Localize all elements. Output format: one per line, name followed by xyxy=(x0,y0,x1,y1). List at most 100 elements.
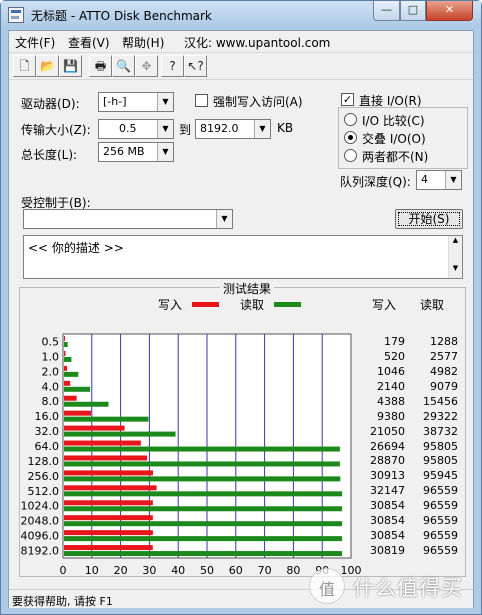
save-icon[interactable]: 💾 xyxy=(59,55,82,77)
queue-depth-select[interactable]: 4 ▼ xyxy=(416,170,462,190)
chevron-down-icon[interactable]: ▼ xyxy=(157,120,173,138)
client-area: 文件(F) 查看(V) 帮助(H) 汉化: www.upantool.com 🗋… xyxy=(8,30,474,608)
write-bar xyxy=(64,470,154,476)
direct-io-checkbox[interactable]: ✓ xyxy=(341,93,354,106)
category-label: 2.0 xyxy=(42,365,60,378)
read-bar xyxy=(64,431,176,437)
io-compare-radio[interactable] xyxy=(344,113,357,126)
write-value: 30854 xyxy=(370,529,405,543)
close-button[interactable]: ✕ xyxy=(426,1,473,21)
title-bar[interactable]: 无标题 - ATTO Disk Benchmark — □ ✕ xyxy=(1,1,481,29)
menu-view[interactable]: 查看(V) xyxy=(68,34,110,51)
force-write-checkbox[interactable] xyxy=(195,94,208,107)
write-value: 30913 xyxy=(370,469,405,483)
write-bar xyxy=(64,350,66,356)
read-value: 1288 xyxy=(430,335,458,348)
category-label: 1.0 xyxy=(42,350,60,363)
category-label: 1024.0 xyxy=(21,500,60,513)
write-value: 520 xyxy=(384,349,405,363)
drive-value: [-h-] xyxy=(103,95,127,108)
write-bar xyxy=(64,515,153,521)
total-length-select[interactable]: 256 MB ▼ xyxy=(98,142,174,162)
open-icon[interactable]: 📂 xyxy=(36,55,59,77)
x-tick-label: 50 xyxy=(200,564,214,576)
print-icon[interactable]: 🖶 xyxy=(89,55,112,77)
chevron-down-icon[interactable]: ▼ xyxy=(157,93,173,111)
read-value: 96559 xyxy=(423,529,458,543)
category-label: 16.0 xyxy=(35,410,60,423)
force-write-label[interactable]: 强制写入访问(A) xyxy=(213,93,303,110)
new-icon[interactable]: 🗋 xyxy=(13,55,36,77)
drive-select[interactable]: [-h-] ▼ xyxy=(98,92,174,112)
chevron-down-icon[interactable]: ▼ xyxy=(445,171,461,189)
chevron-down-icon[interactable]: ▼ xyxy=(216,210,232,228)
write-value: 4388 xyxy=(377,394,405,408)
overlapped-io-radio[interactable] xyxy=(344,131,357,144)
write-value: 30854 xyxy=(370,499,405,513)
write-bar xyxy=(64,336,65,341)
x-tick-label: 30 xyxy=(142,564,156,576)
start-button[interactable]: 开始(S) xyxy=(395,209,463,229)
read-value: 15456 xyxy=(423,394,458,408)
category-label: 2048.0 xyxy=(21,515,60,528)
menu-file[interactable]: 文件(F) xyxy=(15,34,55,51)
chevron-down-icon[interactable]: ▼ xyxy=(254,120,270,138)
app-window: 无标题 - ATTO Disk Benchmark — □ ✕ 文件(F) 查看… xyxy=(0,0,482,615)
write-value: 1046 xyxy=(377,364,405,378)
category-label: 256.0 xyxy=(28,470,60,483)
read-bar xyxy=(64,521,343,527)
read-value: 2577 xyxy=(430,349,458,363)
read-bar xyxy=(64,491,343,497)
minimize-button[interactable]: — xyxy=(373,1,400,21)
transfer-to-select[interactable]: 8192.0 ▼ xyxy=(195,119,271,139)
neither-radio[interactable] xyxy=(344,149,357,162)
read-value: 9079 xyxy=(430,379,458,393)
menu-localization[interactable]: 汉化: www.upantool.com xyxy=(184,34,330,51)
read-value: 96559 xyxy=(423,514,458,528)
maximize-button[interactable]: □ xyxy=(400,1,426,21)
write-bar xyxy=(64,530,153,536)
context-help-icon[interactable]: ↖? xyxy=(184,55,207,77)
watermark-text: 什么值得买 xyxy=(353,576,463,600)
scroll-up-icon[interactable]: ▲ xyxy=(449,236,462,244)
x-tick-label: 70 xyxy=(258,564,272,576)
write-value: 32147 xyxy=(370,484,405,498)
controlled-by-select[interactable]: ▼ xyxy=(23,209,233,229)
queue-depth-label: 队列深度(Q): xyxy=(340,175,411,189)
write-value: 2140 xyxy=(377,379,405,393)
app-icon[interactable] xyxy=(8,7,24,23)
write-bar xyxy=(64,455,148,461)
kb-unit-label: KB xyxy=(277,121,294,135)
description-textarea[interactable]: << 你的描述 >> ▲ ▼ xyxy=(23,235,463,279)
category-label: 0.5 xyxy=(42,335,60,348)
neither-label[interactable]: 两者都不(N) xyxy=(362,148,428,165)
scroll-down-icon[interactable]: ▼ xyxy=(449,264,462,272)
write-value: 28870 xyxy=(370,454,405,468)
queue-depth-value: 4 xyxy=(421,173,428,186)
io-compare-label[interactable]: I/O 比较(C) xyxy=(362,112,425,129)
help-icon[interactable]: ? xyxy=(161,55,184,77)
read-bar xyxy=(64,401,109,407)
overlapped-io-label[interactable]: 交叠 I/O(O) xyxy=(362,130,426,147)
category-label: 8192.0 xyxy=(21,545,60,558)
read-value: 95805 xyxy=(423,454,458,468)
watermark-logo xyxy=(309,568,345,604)
read-bar xyxy=(64,461,340,467)
chevron-down-icon[interactable]: ▼ xyxy=(157,143,173,161)
write-bar xyxy=(64,500,153,506)
status-text: 要获得帮助, 请按 F1 xyxy=(12,595,113,608)
category-label: 8.0 xyxy=(42,395,60,408)
read-bar xyxy=(64,506,343,512)
x-tick-label: 10 xyxy=(85,564,99,576)
category-label: 128.0 xyxy=(28,455,60,468)
read-value: 4982 xyxy=(430,364,458,378)
category-label: 4.0 xyxy=(42,380,60,393)
read-bar xyxy=(64,416,149,422)
transfer-from-select[interactable]: 0.5 ▼ xyxy=(98,119,174,139)
description-scrollbar[interactable]: ▲ ▼ xyxy=(448,236,462,278)
read-bar xyxy=(64,551,343,557)
menu-help[interactable]: 帮助(H) xyxy=(122,34,164,51)
write-value: 30819 xyxy=(370,544,405,558)
print-preview-icon[interactable]: 🔍 xyxy=(112,55,135,77)
move-icon[interactable]: ✥ xyxy=(135,55,158,77)
